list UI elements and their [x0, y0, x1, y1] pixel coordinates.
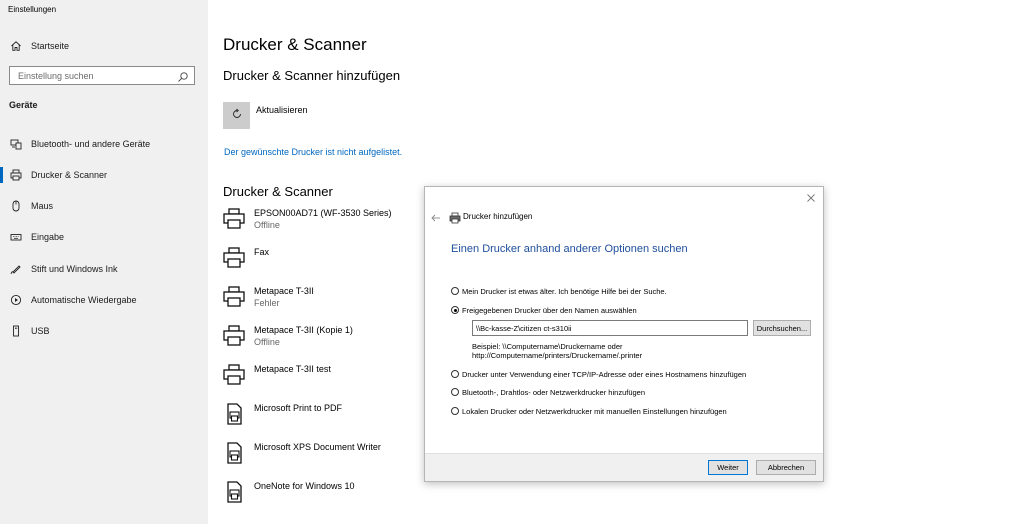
shared-printer-path-input[interactable]: [472, 320, 748, 336]
next-button[interactable]: Weiter: [708, 460, 748, 475]
printer-icon: [222, 207, 248, 233]
search-input[interactable]: [10, 67, 178, 84]
settings-search[interactable]: [9, 66, 195, 85]
option-label: Lokalen Drucker oder Netzwerkdrucker mit…: [462, 406, 727, 416]
printer-name: Microsoft Print to PDF: [254, 403, 343, 413]
printer-item[interactable]: Fax: [222, 246, 422, 280]
option-tcpip[interactable]: Drucker unter Verwendung einer TCP/IP-Ad…: [451, 368, 746, 380]
page-title: Drucker & Scanner: [223, 35, 367, 54]
printer-icon: [222, 285, 248, 311]
document-printer-icon: [222, 480, 248, 506]
option-label: Mein Drucker ist etwas älter. Ich benöti…: [462, 286, 667, 296]
sidebar-item-autoplay[interactable]: Automatische Wiedergabe: [0, 289, 208, 311]
sidebar-item-label: Drucker & Scanner: [31, 170, 108, 180]
printer-name: Microsoft XPS Document Writer: [254, 442, 381, 452]
browse-button[interactable]: Durchsuchen...: [753, 320, 811, 336]
home-icon: [9, 39, 23, 53]
mouse-icon: [9, 199, 23, 213]
path-example: Beispiel: \\Computername\Druckername ode…: [472, 342, 642, 360]
keyboard-icon: [9, 230, 23, 244]
document-printer-icon: [222, 441, 248, 467]
radio-button[interactable]: [451, 287, 459, 295]
option-label: Bluetooth-, Drahtlos- oder Netzwerkdruck…: [462, 387, 646, 397]
sidebar-item-label: USB: [31, 326, 50, 336]
printer-icon: [449, 211, 461, 224]
settings-sidebar: Einstellungen Startseite Geräte Bluetoot…: [0, 0, 208, 524]
printer-icon: [222, 246, 248, 272]
printer-name: OneNote for Windows 10: [254, 481, 355, 491]
document-printer-icon: [222, 402, 248, 428]
option-bluetooth-wireless[interactable]: Bluetooth-, Drahtlos- oder Netzwerkdruck…: [451, 386, 645, 398]
radio-button[interactable]: [451, 388, 459, 396]
add-printers-heading: Drucker & Scanner hinzufügen: [223, 68, 401, 83]
printers-list-heading: Drucker & Scanner: [223, 184, 333, 199]
printer-not-listed-link[interactable]: Der gewünschte Drucker ist nicht aufgeli…: [224, 147, 402, 157]
sidebar-item-label: Stift und Windows Ink: [31, 264, 118, 274]
refresh-icon: [231, 107, 243, 125]
refresh-button[interactable]: [223, 102, 250, 129]
radio-button-selected[interactable]: [451, 306, 459, 314]
sidebar-item-printers[interactable]: Drucker & Scanner: [0, 164, 208, 186]
dialog-footer: Weiter Abbrechen: [425, 453, 823, 481]
sidebar-item-input[interactable]: Eingabe: [0, 226, 208, 248]
back-arrow-icon[interactable]: [430, 211, 442, 223]
example-line: http://Computername/printers/Druckername…: [472, 351, 643, 360]
option-shared-printer[interactable]: Freigegebenen Drucker über den Namen aus…: [451, 304, 637, 316]
printer-status: Fehler: [254, 298, 280, 308]
printer-status: Offline: [254, 337, 280, 347]
autoplay-icon: [9, 293, 23, 307]
printer-icon: [222, 363, 248, 389]
printer-item[interactable]: Microsoft XPS Document Writer: [222, 441, 422, 475]
bluetooth-devices-icon: [9, 137, 23, 151]
printer-status: Offline: [254, 220, 280, 230]
radio-button[interactable]: [451, 407, 459, 415]
option-label: Drucker unter Verwendung einer TCP/IP-Ad…: [462, 369, 747, 379]
sidebar-item-label: Automatische Wiedergabe: [31, 295, 137, 305]
example-line: Beispiel: \\Computername\Druckername ode…: [472, 342, 623, 351]
sidebar-home-label: Startseite: [31, 41, 70, 51]
printer-icon: [222, 324, 248, 350]
sidebar-home[interactable]: Startseite: [0, 37, 208, 55]
add-printer-dialog: Drucker hinzufügen Einen Drucker anhand …: [424, 186, 824, 482]
printer-item[interactable]: EPSON00AD71 (WF-3530 Series) Offline: [222, 207, 422, 241]
close-icon[interactable]: [805, 191, 817, 203]
printer-item[interactable]: Metapace T-3II Fehler: [222, 285, 422, 319]
printer-name: Fax: [254, 247, 270, 257]
printer-icon: [9, 168, 23, 182]
sidebar-item-mouse[interactable]: Maus: [0, 195, 208, 217]
dialog-title: Drucker hinzufügen: [463, 212, 533, 221]
cancel-button[interactable]: Abbrechen: [756, 460, 816, 475]
pen-icon: [9, 262, 23, 276]
printer-name: Metapace T-3II: [254, 286, 314, 296]
sidebar-item-label: Bluetooth- und andere Geräte: [31, 139, 151, 149]
printer-item[interactable]: Metapace T-3II (Kopie 1) Offline: [222, 324, 422, 358]
sidebar-item-bluetooth[interactable]: Bluetooth- und andere Geräte: [0, 133, 208, 155]
printer-name: Metapace T-3II (Kopie 1): [254, 325, 353, 335]
usb-icon: [9, 324, 23, 338]
sidebar-item-label: Eingabe: [31, 232, 65, 242]
printer-item[interactable]: Microsoft Print to PDF: [222, 402, 422, 436]
dialog-heading: Einen Drucker anhand anderer Optionen su…: [451, 243, 688, 255]
app-title: Einstellungen: [8, 5, 57, 14]
sidebar-item-label: Maus: [31, 201, 54, 211]
option-label: Freigegebenen Drucker über den Namen aus…: [462, 305, 637, 315]
radio-button[interactable]: [451, 370, 459, 378]
printer-name: Metapace T-3II test: [254, 364, 331, 374]
sidebar-item-pen[interactable]: Stift und Windows Ink: [0, 258, 208, 280]
option-local-manual[interactable]: Lokalen Drucker oder Netzwerkdrucker mit…: [451, 405, 727, 417]
printer-name: EPSON00AD71 (WF-3530 Series): [254, 208, 392, 218]
search-icon[interactable]: [177, 70, 189, 82]
sidebar-item-usb[interactable]: USB: [0, 320, 208, 342]
option-older-printer[interactable]: Mein Drucker ist etwas älter. Ich benöti…: [451, 285, 667, 297]
printer-item[interactable]: OneNote for Windows 10: [222, 480, 422, 514]
section-heading-devices: Geräte: [9, 100, 38, 110]
printer-item[interactable]: Metapace T-3II test: [222, 363, 422, 397]
refresh-label: Aktualisieren: [256, 105, 308, 115]
